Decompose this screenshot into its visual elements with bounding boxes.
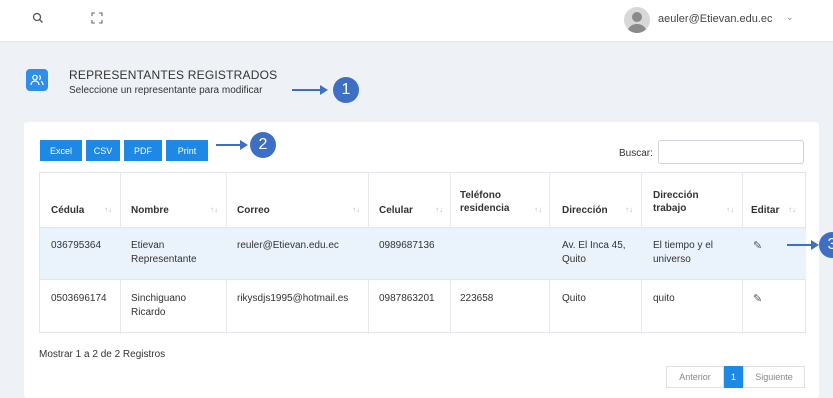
search-icon[interactable] [32,12,48,28]
col-header-direccion[interactable]: Dirección [562,204,608,217]
row-divider [40,227,806,228]
search-input[interactable] [658,140,804,164]
records-info: Mostrar 1 a 2 de 2 Registros [39,349,166,360]
annotation-marker: 3 [819,232,833,258]
avatar[interactable] [624,7,650,33]
fullscreen-icon[interactable] [91,12,107,28]
cell-celular: 0987863201 [379,293,435,304]
export-csv-button[interactable]: CSV [86,140,120,161]
pagination-next[interactable]: Siguiente [743,366,805,388]
sort-icon[interactable]: ↑↓ [726,205,734,214]
sort-icon[interactable]: ↑↓ [352,205,360,214]
cell-direccion-trabajo: quito [653,293,675,304]
col-header-telefono[interactable]: Teléfono residencia [460,189,528,215]
annotation-arrow [216,140,248,150]
cell-direccion-trabajo: El tiempo y el universo [653,240,714,265]
sort-icon[interactable]: ↑↓ [210,205,218,214]
user-email[interactable]: aeuler@Etievan.edu.ec [658,13,773,25]
cell-nombre: Sinchiguano Ricardo [131,293,187,318]
print-button[interactable]: Print [166,140,208,161]
export-pdf-button[interactable]: PDF [124,140,162,161]
cell-direccion: Quito [562,293,586,304]
cell-nombre: Etievan Representante [131,240,197,265]
cell-cedula: 036795364 [51,240,102,251]
pagination-page-1[interactable]: 1 [724,366,743,388]
page-title: REPRESENTANTES REGISTRADOS [69,68,278,82]
sort-icon[interactable]: ↑↓ [435,205,443,214]
cell-direccion: Av. El Inca 45, Quito [562,240,626,265]
cell-cedula: 0503696174 [51,293,107,304]
sort-icon[interactable]: ↑↓ [788,205,796,214]
col-header-nombre[interactable]: Nombre [131,204,169,217]
col-header-cedula[interactable]: Cédula [51,204,84,217]
col-header-direccion-trabajo[interactable]: Dirección trabajo [653,189,717,215]
col-header-correo[interactable]: Correo [237,204,270,217]
cell-telefono: 223658 [460,293,494,304]
cell-celular: 0989687136 [379,240,435,251]
pagination-prev[interactable]: Anterior [666,366,724,388]
cell-correo: rikysdjs1995@hotmail.es [237,293,349,304]
annotation-marker: 2 [250,132,276,158]
row-divider [40,279,806,280]
annotation-arrow [292,85,328,95]
users-icon [26,69,48,91]
cell-correo: reuler@Etievan.edu.ec [237,240,339,251]
pencil-icon[interactable]: ✎ [753,239,762,252]
chevron-down-icon[interactable]: ⌄ [786,12,794,23]
col-header-celular[interactable]: Celular [379,204,413,217]
col-header-editar[interactable]: Editar [751,204,779,217]
pencil-icon[interactable]: ✎ [753,292,762,305]
export-excel-button[interactable]: Excel [40,140,82,161]
annotation-marker: 1 [333,77,359,103]
sort-icon[interactable]: ↑↓ [534,205,542,214]
page-subtitle: Seleccione un representante para modific… [69,85,263,96]
sort-icon[interactable]: ↑↓ [625,205,633,214]
sort-icon[interactable]: ↑↓ [104,205,112,214]
annotation-arrow [787,240,819,250]
search-label: Buscar: [619,148,653,159]
